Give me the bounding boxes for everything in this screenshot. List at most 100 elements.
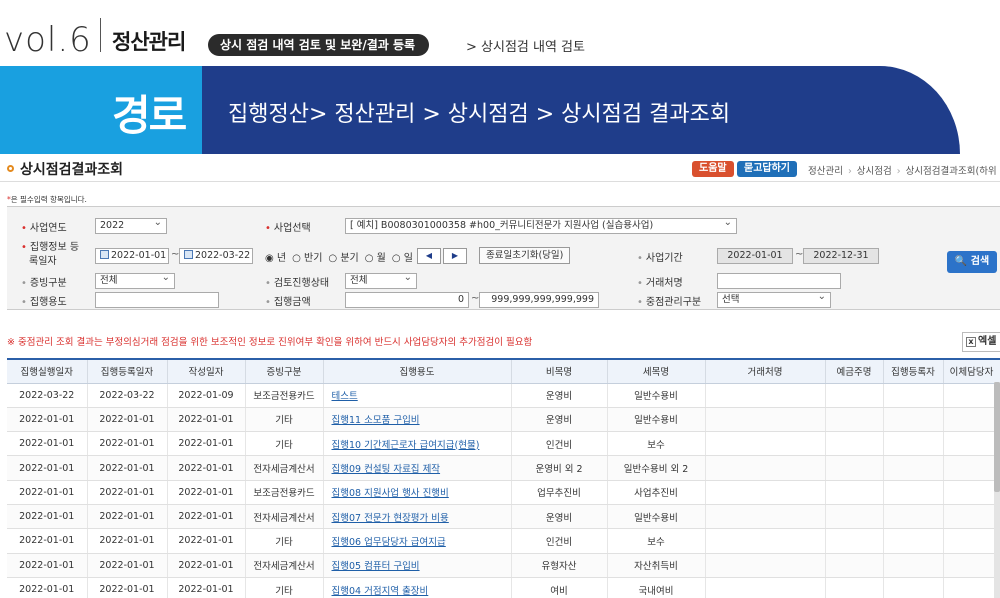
- table-row[interactable]: 2022-01-01 2022-01-01 2022-01-01 전자세금계산서 집행0…: [7, 504, 1000, 530]
- table-cell: 2022-01-09: [167, 383, 246, 408]
- table-row[interactable]: 2022-01-01 2022-01-01 2022-01-01 기타 집행06 업무담…: [7, 528, 1000, 554]
- table-cell: 2022-01-01: [87, 480, 168, 505]
- table-cell: [825, 383, 884, 408]
- vertical-scrollbar[interactable]: [994, 382, 1000, 598]
- breadcrumb-item: 상시점검결과조회(하위: [905, 166, 997, 177]
- table-cell: [943, 504, 1000, 530]
- purpose-link[interactable]: 테스트: [323, 383, 512, 408]
- section-subtitle: > 상시점검 내역 검토: [466, 40, 585, 55]
- review-status-select[interactable]: 전체: [345, 273, 417, 289]
- table-cell: [705, 504, 826, 530]
- column-header[interactable]: 거래처명: [705, 358, 826, 384]
- table-cell: 일반수용비: [607, 407, 706, 433]
- reset-end-date-button[interactable]: 종료일초기화(당일): [479, 247, 571, 264]
- purpose-link[interactable]: 집행05 컴퓨터 구입비: [323, 553, 512, 578]
- table-cell: [705, 528, 826, 554]
- column-header[interactable]: 이체담당자: [943, 358, 1000, 384]
- table-cell: 2022-03-22: [7, 383, 88, 408]
- table-cell: [943, 528, 1000, 554]
- radio-month[interactable]: ○ 월: [365, 253, 386, 264]
- evidence-select[interactable]: 전체: [95, 273, 175, 289]
- table-cell: 2022-01-01: [87, 504, 168, 530]
- calendar-icon[interactable]: [100, 250, 109, 259]
- required-note-text: 은 필수입력 항목입니다.: [10, 195, 87, 204]
- help-button[interactable]: 도움말: [692, 161, 734, 177]
- table-cell: 기타: [245, 407, 324, 433]
- path-banner: 경로 집행정산> 정산관리 > 상시점검 > 상시점검 결과조회: [0, 66, 1000, 154]
- table-cell: 운영비: [511, 504, 608, 530]
- table-row[interactable]: 2022-01-01 2022-01-01 2022-01-01 전자세금계산서 집행0…: [7, 553, 1000, 578]
- column-header[interactable]: 집행실행일자: [7, 358, 88, 384]
- amount-from-input[interactable]: 0: [345, 292, 469, 308]
- table-cell: 여비: [511, 577, 608, 598]
- calendar-icon[interactable]: [184, 250, 193, 259]
- table-cell: 2022-01-01: [167, 553, 246, 578]
- table-cell: 보수: [607, 528, 706, 554]
- table-cell: 보조금전용카드: [245, 383, 324, 408]
- table-row[interactable]: 2022-01-01 2022-01-01 2022-01-01 보조금전용카드 집행0…: [7, 480, 1000, 505]
- table-cell: [883, 553, 944, 578]
- focus-select[interactable]: 선택: [717, 292, 831, 308]
- radio-year[interactable]: ◉ 년: [265, 253, 286, 264]
- period-radio-group: ◉ 년 ○ 반기 ○ 분기 ○ 월 ○ 일: [265, 249, 419, 264]
- radio-day[interactable]: ○ 일: [392, 253, 413, 264]
- table-cell: [883, 528, 944, 554]
- radio-quarter[interactable]: ○ 분기: [328, 253, 358, 264]
- purpose-link[interactable]: 집행08 지원사업 행사 진행비: [323, 480, 512, 505]
- table-row[interactable]: 2022-01-01 2022-01-01 2022-01-01 기타 집행11 소모품…: [7, 407, 1000, 433]
- table-cell: 2022-01-01: [167, 407, 246, 433]
- date-to-field[interactable]: 2022-03-22: [179, 248, 253, 264]
- column-header[interactable]: 비목명: [511, 358, 608, 384]
- table-cell: [825, 480, 884, 505]
- table-cell: 2022-01-01: [7, 455, 88, 481]
- table-cell: [943, 383, 1000, 408]
- table-cell: [825, 553, 884, 578]
- project-select[interactable]: [ 예치] B0080301000358 #h00_커뮤니티전문가 지원사업 (…: [345, 218, 737, 234]
- breadcrumb-item[interactable]: 정산관리: [808, 166, 843, 177]
- table-cell: 2022-01-01: [87, 407, 168, 433]
- ask-button[interactable]: 묻고답하기: [737, 161, 797, 177]
- purpose-link[interactable]: 집행11 소모품 구입비: [323, 407, 512, 433]
- column-header[interactable]: 집행등록일자: [87, 358, 168, 384]
- table-cell: [705, 480, 826, 505]
- next-period-button[interactable]: ▶: [443, 248, 467, 264]
- table-cell: 2022-01-01: [167, 480, 246, 505]
- radio-half[interactable]: ○ 반기: [292, 253, 322, 264]
- purpose-link[interactable]: 집행09 컨설팅 자료집 제작: [323, 455, 512, 481]
- purpose-input[interactable]: [95, 292, 219, 308]
- purpose-link[interactable]: 집행07 전문가 현장평가 비용: [323, 504, 512, 530]
- table-cell: 기타: [245, 577, 324, 598]
- date-from-field[interactable]: 2022-01-01: [95, 248, 169, 264]
- column-header[interactable]: 증빙구분: [245, 358, 324, 384]
- table-cell: 인건비: [511, 431, 608, 457]
- column-header[interactable]: 세목명: [607, 358, 706, 384]
- breadcrumb-item[interactable]: 상시점검: [857, 166, 892, 177]
- prev-period-button[interactable]: ◀: [417, 248, 441, 264]
- column-header[interactable]: 집행용도: [323, 358, 512, 384]
- table-cell: [705, 577, 826, 598]
- purpose-link[interactable]: 집행10 기간제근로자 급여지급(현물): [323, 431, 512, 457]
- column-header[interactable]: 집행등록자: [883, 358, 944, 384]
- excel-button[interactable]: x 엑셀: [962, 332, 1000, 352]
- table-row[interactable]: 2022-03-22 2022-03-22 2022-01-09 보조금전용카드 테스트…: [7, 383, 1000, 408]
- scrollbar-thumb[interactable]: [994, 382, 1000, 492]
- purpose-link[interactable]: 집행06 업무담당자 급여지급: [323, 528, 512, 554]
- search-button[interactable]: 🔍 검색: [947, 251, 997, 273]
- column-header[interactable]: 작성일자: [167, 358, 246, 384]
- purpose-link[interactable]: 집행04 거점지역 출장비: [323, 577, 512, 598]
- table-row[interactable]: 2022-01-01 2022-01-01 2022-01-01 기타 집행04 거점지…: [7, 577, 1000, 598]
- table-cell: [705, 407, 826, 433]
- table-cell: 전자세금계산서: [245, 553, 324, 578]
- table-cell: 2022-01-01: [167, 431, 246, 457]
- year-select[interactable]: 2022: [95, 218, 167, 234]
- table-row[interactable]: 2022-01-01 2022-01-01 2022-01-01 기타 집행10 기간제…: [7, 431, 1000, 457]
- table-row[interactable]: 2022-01-01 2022-01-01 2022-01-01 전자세금계산서 집행0…: [7, 455, 1000, 481]
- table-body: 2022-03-22 2022-03-22 2022-01-09 보조금전용카드 테스트…: [7, 383, 1000, 598]
- amount-to-input[interactable]: 999,999,999,999,999: [479, 292, 599, 308]
- table-cell: 일반수용비 외 2: [607, 455, 706, 481]
- table-cell: [883, 431, 944, 457]
- vendor-input[interactable]: [717, 273, 841, 289]
- column-header[interactable]: 예금주명: [825, 358, 884, 384]
- excel-button-label: 엑셀: [978, 336, 997, 347]
- project-label: • 사업선택: [265, 223, 311, 234]
